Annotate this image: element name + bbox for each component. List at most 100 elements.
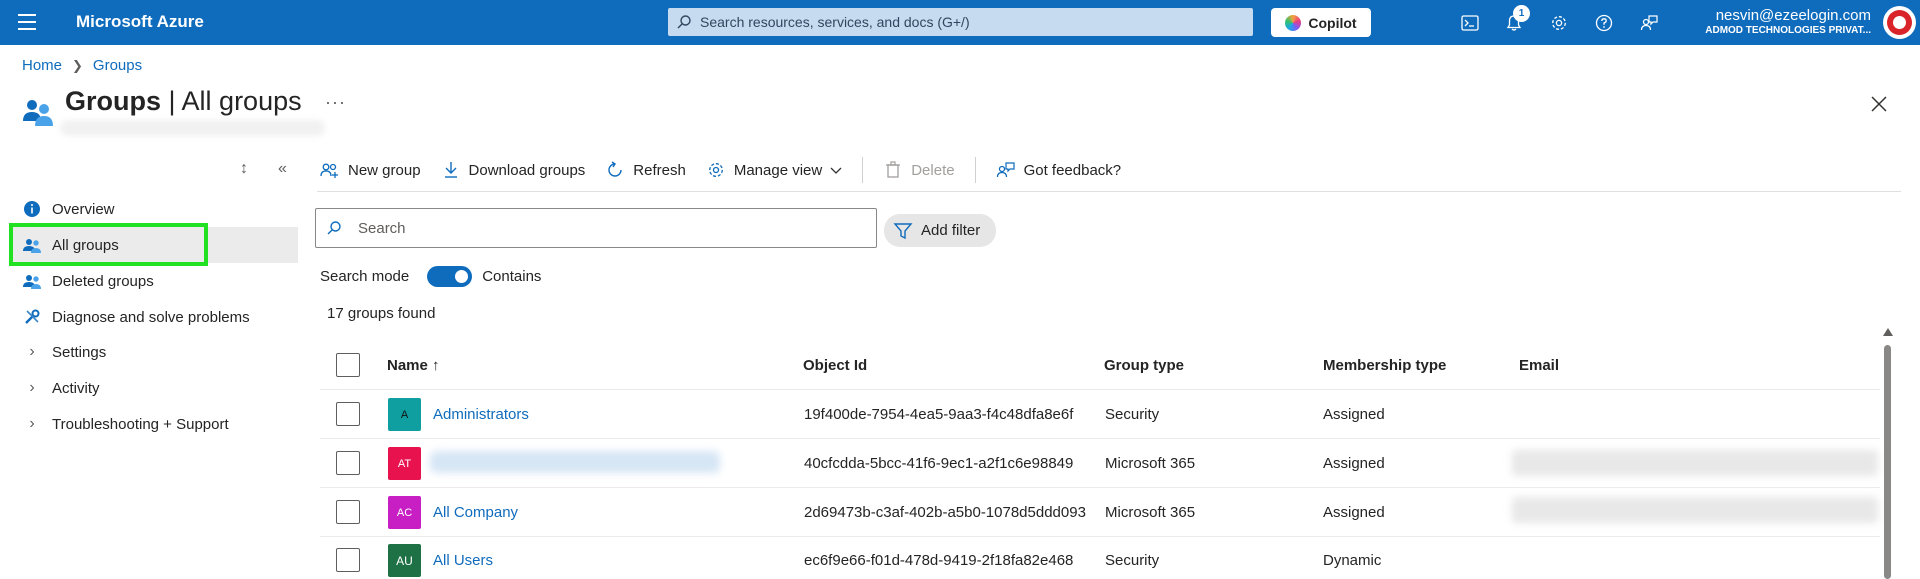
close-icon[interactable] <box>1869 94 1889 114</box>
download-groups-button[interactable]: Download groups <box>441 160 585 180</box>
feedback-icon[interactable] <box>1638 12 1660 34</box>
search-input[interactable]: Search <box>315 208 877 248</box>
trash-icon <box>883 160 903 180</box>
chevron-right-icon: › <box>29 379 35 396</box>
help-icon[interactable] <box>1593 12 1615 34</box>
groups-icon <box>22 271 42 291</box>
column-header-membership-type[interactable]: Membership type <box>1323 357 1446 374</box>
user-organization: ADMOD TECHNOLOGIES PRIVAT... <box>1705 25 1871 36</box>
sidebar-item-label: Settings <box>52 343 107 361</box>
column-header-name[interactable]: Name ↑ <box>387 357 440 374</box>
breadcrumb-groups[interactable]: Groups <box>93 57 142 74</box>
group-avatar: A <box>388 398 421 431</box>
account-menu[interactable]: nesvin@ezeelogin.com ADMOD TECHNOLOGIES … <box>1705 7 1871 36</box>
row-checkbox[interactable] <box>336 548 360 572</box>
new-group-label: New group <box>348 161 421 179</box>
refresh-button[interactable]: Refresh <box>605 160 686 180</box>
sidebar-item-label: Troubleshooting + Support <box>52 415 229 433</box>
refresh-label: Refresh <box>633 161 686 179</box>
membership-type: Assigned <box>1323 455 1385 472</box>
row-divider <box>320 389 1880 390</box>
object-id: ec6f9e66-f01d-478d-9419-2f18fa82e468 <box>804 552 1074 569</box>
search-placeholder: Search <box>358 219 406 237</box>
row-divider <box>320 487 1880 488</box>
group-avatar: AT <box>388 447 421 480</box>
expand-collapse-icon[interactable]: ↕ <box>240 160 248 178</box>
selection-highlight <box>9 223 208 266</box>
command-toolbar: New group Download groups Refresh Manage… <box>320 152 1141 188</box>
select-all-checkbox[interactable] <box>336 353 360 377</box>
sidebar-item-troubleshooting[interactable]: › Troubleshooting + Support <box>12 406 298 442</box>
search-mode-toggle[interactable] <box>427 266 473 287</box>
chevron-right-icon: › <box>29 343 35 360</box>
notification-badge: 1 <box>1513 5 1530 22</box>
row-checkbox[interactable] <box>336 500 360 524</box>
sidebar-item-settings[interactable]: › Settings <box>12 334 298 370</box>
group-name-link[interactable]: All Company <box>433 504 518 521</box>
delete-button[interactable]: Delete <box>883 160 955 180</box>
object-id: 19f400de-7954-4ea5-9aa3-f4c48dfa8e6f <box>804 406 1074 423</box>
scroll-up-arrow-icon[interactable] <box>1883 328 1893 336</box>
feedback-button[interactable]: Got feedback? <box>996 160 1122 180</box>
breadcrumb-home[interactable]: Home <box>22 57 62 74</box>
row-checkbox[interactable] <box>336 451 360 475</box>
result-count: 17 groups found <box>327 305 436 322</box>
menu-icon[interactable] <box>18 14 36 30</box>
search-icon <box>327 221 341 235</box>
sidebar-item-overview[interactable]: Overview <box>12 191 298 227</box>
sidebar-item-deleted-groups[interactable]: Deleted groups <box>12 263 298 299</box>
copilot-button[interactable]: Copilot <box>1271 8 1371 37</box>
group-avatar: AC <box>388 496 421 529</box>
cloud-shell-icon[interactable] <box>1459 12 1481 34</box>
refresh-icon <box>605 160 625 180</box>
membership-type: Assigned <box>1323 504 1385 521</box>
feedback-label: Got feedback? <box>1023 161 1122 179</box>
sidebar-item-label: Overview <box>52 200 115 218</box>
brand-title[interactable]: Microsoft Azure <box>76 12 204 32</box>
top-bar: Microsoft Azure Search resources, servic… <box>0 0 1920 45</box>
column-header-group-type[interactable]: Group type <box>1104 357 1184 374</box>
column-header-email[interactable]: Email <box>1519 357 1559 374</box>
page-subtitle-redacted <box>60 120 325 136</box>
column-header-object-id[interactable]: Object Id <box>803 357 867 374</box>
membership-type: Dynamic <box>1323 552 1382 569</box>
page-title: Groups | All groups <box>65 86 302 116</box>
filter-icon <box>893 222 913 239</box>
membership-type: Assigned <box>1323 406 1385 423</box>
chevron-right-icon: › <box>29 415 35 432</box>
avatar[interactable] <box>1883 6 1916 39</box>
delete-label: Delete <box>911 161 955 179</box>
download-icon <box>441 160 461 180</box>
toolbar-divider-line <box>317 191 1901 192</box>
search-icon <box>677 15 691 29</box>
collapse-sidebar-icon[interactable]: « <box>278 160 287 178</box>
vertical-scrollbar[interactable] <box>1884 345 1891 579</box>
group-type: Microsoft 365 <box>1105 504 1196 521</box>
settings-gear-icon[interactable] <box>1548 12 1570 34</box>
sidebar-item-activity[interactable]: › Activity <box>12 370 298 406</box>
add-filter-label: Add filter <box>921 222 981 239</box>
row-checkbox[interactable] <box>336 402 360 426</box>
copilot-icon <box>1285 14 1302 31</box>
feedback-icon <box>996 160 1016 180</box>
add-group-icon <box>320 160 340 180</box>
new-group-button[interactable]: New group <box>320 160 421 180</box>
user-email: nesvin@ezeelogin.com <box>1715 7 1871 24</box>
group-type: Security <box>1105 406 1160 423</box>
search-mode-label: Search mode <box>320 268 410 285</box>
more-options-icon[interactable]: ··· <box>325 92 346 113</box>
manage-view-button[interactable]: Manage view <box>706 160 842 180</box>
breadcrumb: Home ❯ Groups <box>22 57 142 74</box>
chevron-right-icon: ❯ <box>72 57 83 73</box>
group-name-link[interactable]: All Users <box>433 552 493 569</box>
add-filter-button[interactable]: Add filter <box>884 214 996 247</box>
group-name-link[interactable]: Administrators <box>433 406 529 423</box>
global-search-input[interactable]: Search resources, services, and docs (G+… <box>668 8 1253 36</box>
copilot-label: Copilot <box>1308 14 1357 31</box>
group-type: Microsoft 365 <box>1105 455 1196 472</box>
sidebar-item-diagnose[interactable]: Diagnose and solve problems <box>12 299 298 335</box>
email-redacted <box>1512 450 1878 476</box>
gear-icon <box>706 160 726 180</box>
groups-icon <box>23 100 53 126</box>
group-name-redacted[interactable] <box>430 451 720 473</box>
